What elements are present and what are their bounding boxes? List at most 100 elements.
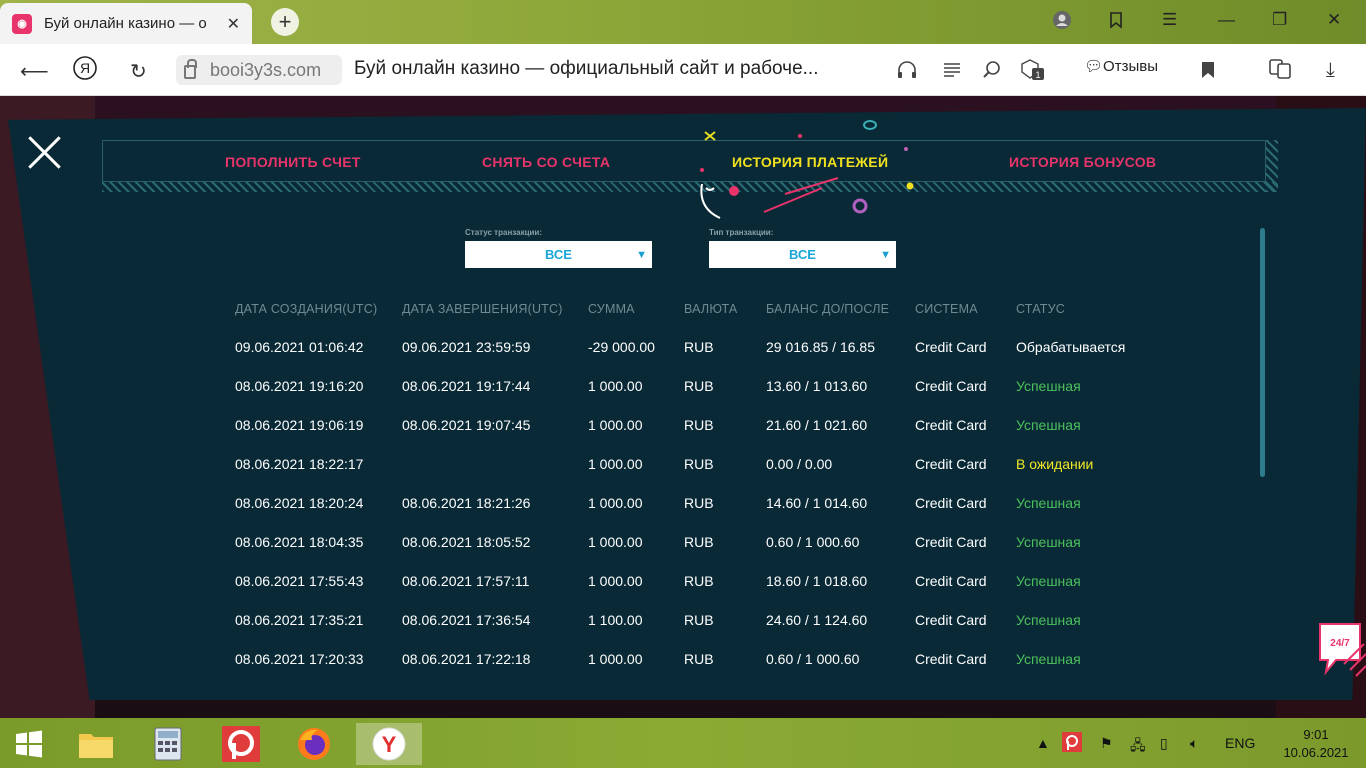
cell-status: Успешная xyxy=(1016,534,1081,550)
app-p-button[interactable] xyxy=(212,723,270,765)
cell-status: Успешная xyxy=(1016,612,1081,628)
cell-balance: 21.60 / 1 021.60 xyxy=(766,417,868,433)
cell-balance: 13.60 / 1 013.60 xyxy=(766,378,868,394)
battery-icon[interactable]: ▯ xyxy=(1160,735,1168,752)
table-row: 08.06.2021 17:35:21 08.06.2021 17:36:54 1 … xyxy=(0,612,1366,651)
casino-favicon-icon: ◉ xyxy=(12,13,32,34)
cell-amount: 1 000.00 xyxy=(588,573,643,589)
language-indicator[interactable]: ENG xyxy=(1225,735,1255,751)
translate-icon[interactable] xyxy=(1268,58,1292,86)
cell-currency: RUB xyxy=(684,456,714,472)
calculator-button[interactable] xyxy=(139,723,197,765)
cell-system: Credit Card xyxy=(915,495,987,511)
status-select-value: ВСЕ xyxy=(545,247,572,262)
flag-icon[interactable]: ⚑ xyxy=(1100,735,1113,752)
cell-system: Credit Card xyxy=(915,339,987,355)
profile-icon[interactable] xyxy=(1052,10,1072,35)
bookmark-icon[interactable] xyxy=(1200,60,1216,86)
start-button[interactable] xyxy=(0,723,58,765)
back-arrow-icon[interactable]: ⟵ xyxy=(20,59,49,84)
browser-tab[interactable]: ◉ Буй онлайн казино — о ✕ xyxy=(0,3,252,44)
confetti-decoration xyxy=(700,120,914,219)
folder-icon xyxy=(79,734,113,758)
svg-text:Y: Y xyxy=(382,732,397,757)
download-icon[interactable]: ⤓ xyxy=(1326,59,1335,82)
headphones-icon[interactable] xyxy=(896,60,918,86)
table-row: 09.06.2021 01:06:42 09.06.2021 23:59:59 -2… xyxy=(0,339,1366,378)
cell-balance: 29 016.85 / 16.85 xyxy=(766,339,875,355)
cell-system: Credit Card xyxy=(915,456,987,472)
cell-balance: 18.60 / 1 018.60 xyxy=(766,573,868,589)
reader-mode-icon[interactable] xyxy=(942,60,962,86)
zoom-icon[interactable] xyxy=(982,60,1002,86)
tab-deposit[interactable]: ПОПОЛНИТЬ СЧЕТ xyxy=(225,154,361,170)
cell-amount: 1 000.00 xyxy=(588,378,643,394)
cell-currency: RUB xyxy=(684,573,714,589)
table-row: 08.06.2021 17:55:43 08.06.2021 17:57:11 1 … xyxy=(0,573,1366,612)
tab-withdraw[interactable]: СНЯТЬ СО СЧЕТА xyxy=(482,154,610,170)
file-explorer-button[interactable] xyxy=(67,723,125,765)
cell-system: Credit Card xyxy=(915,534,987,550)
support-chat-button[interactable]: 24/7 xyxy=(1314,620,1366,678)
firefox-icon xyxy=(298,728,330,760)
header-balance: БАЛАНС ДО/ПОСЛЕ xyxy=(766,302,890,316)
address-bar: ⟵ Я ↻ booi3y3s.com Буй онлайн казино — о… xyxy=(0,44,1366,96)
clock-time: 9:01 xyxy=(1303,727,1329,742)
collections-icon[interactable] xyxy=(1106,10,1126,35)
lock-icon xyxy=(184,59,197,79)
network-icon[interactable]: 🖧︎ xyxy=(1130,735,1146,759)
cell-system: Credit Card xyxy=(915,612,987,628)
type-select[interactable]: ВСЕ ▼ xyxy=(709,241,896,268)
yandex-browser-icon: Y xyxy=(372,727,406,761)
cell-status: Успешная xyxy=(1016,378,1081,394)
yandex-icon[interactable]: Я xyxy=(72,55,98,87)
cell-status: В ожидании xyxy=(1016,456,1094,472)
table-scrollbar[interactable] xyxy=(1260,228,1265,477)
status-select[interactable]: ВСЕ ▼ xyxy=(465,241,652,268)
tab-bonus-history[interactable]: ИСТОРИЯ БОНУСОВ xyxy=(1009,154,1156,170)
menu-icon[interactable]: ☰ xyxy=(1162,10,1177,30)
firefox-button[interactable] xyxy=(285,723,343,765)
table-row: 08.06.2021 18:04:35 08.06.2021 18:05:52 1 … xyxy=(0,534,1366,573)
cell-amount: -29 000.00 xyxy=(588,339,655,355)
cell-balance: 24.60 / 1 124.60 xyxy=(766,612,868,628)
new-tab-button[interactable]: + xyxy=(271,8,299,36)
volume-icon[interactable]: 🔈︎ xyxy=(1190,735,1198,752)
window-close-icon[interactable]: ✕ xyxy=(1327,10,1341,30)
restore-icon[interactable]: ❐ xyxy=(1272,10,1287,30)
cell-completed: 09.06.2021 23:59:59 xyxy=(402,339,531,355)
yandex-browser-button[interactable]: Y xyxy=(356,723,422,765)
tabs-hatch-decoration-right xyxy=(1266,140,1278,192)
table-row: 08.06.2021 19:16:20 08.06.2021 19:17:44 1 … xyxy=(0,378,1366,417)
cell-completed: 08.06.2021 18:05:52 xyxy=(402,534,531,550)
tray-app-p-icon[interactable] xyxy=(1062,732,1082,755)
cell-created: 08.06.2021 18:22:17 xyxy=(235,456,364,472)
table-row: 08.06.2021 19:06:19 08.06.2021 19:07:45 1 … xyxy=(0,417,1366,456)
reload-icon[interactable]: ↻ xyxy=(130,59,147,84)
cell-created: 08.06.2021 19:16:20 xyxy=(235,378,364,394)
calculator-icon xyxy=(154,727,182,761)
minimize-icon[interactable]: — xyxy=(1218,10,1235,30)
tab-title: Буй онлайн казино — о xyxy=(44,15,207,32)
cell-completed: 08.06.2021 17:57:11 xyxy=(402,573,530,589)
url-field[interactable]: booi3y3s.com xyxy=(176,55,342,85)
cell-status: Успешная xyxy=(1016,495,1081,511)
clock[interactable]: 9:01 10.06.2021 xyxy=(1278,726,1354,762)
cell-balance: 0.00 / 0.00 xyxy=(766,456,833,472)
cell-created: 08.06.2021 17:55:43 xyxy=(235,573,364,589)
svg-text:1: 1 xyxy=(1035,70,1040,80)
cell-currency: RUB xyxy=(684,651,714,667)
cell-completed: 08.06.2021 17:22:18 xyxy=(402,651,531,667)
modal-close-icon[interactable] xyxy=(26,134,62,170)
reviews-button[interactable]: 💬︎Отзывы xyxy=(1084,57,1158,75)
tab-close-icon[interactable]: ✕ xyxy=(227,14,240,34)
status-filter-label: Статус транзакции: xyxy=(465,228,543,237)
cell-created: 09.06.2021 01:06:42 xyxy=(235,339,364,355)
cell-amount: 1 000.00 xyxy=(588,534,643,550)
type-select-value: ВСЕ xyxy=(789,247,816,262)
cell-amount: 1 000.00 xyxy=(588,651,643,667)
tray-expand-icon[interactable]: ▲ xyxy=(1036,735,1050,751)
protect-icon[interactable]: 1 xyxy=(1020,58,1048,88)
cell-system: Credit Card xyxy=(915,417,987,433)
url-domain: booi3y3s.com xyxy=(210,59,322,80)
